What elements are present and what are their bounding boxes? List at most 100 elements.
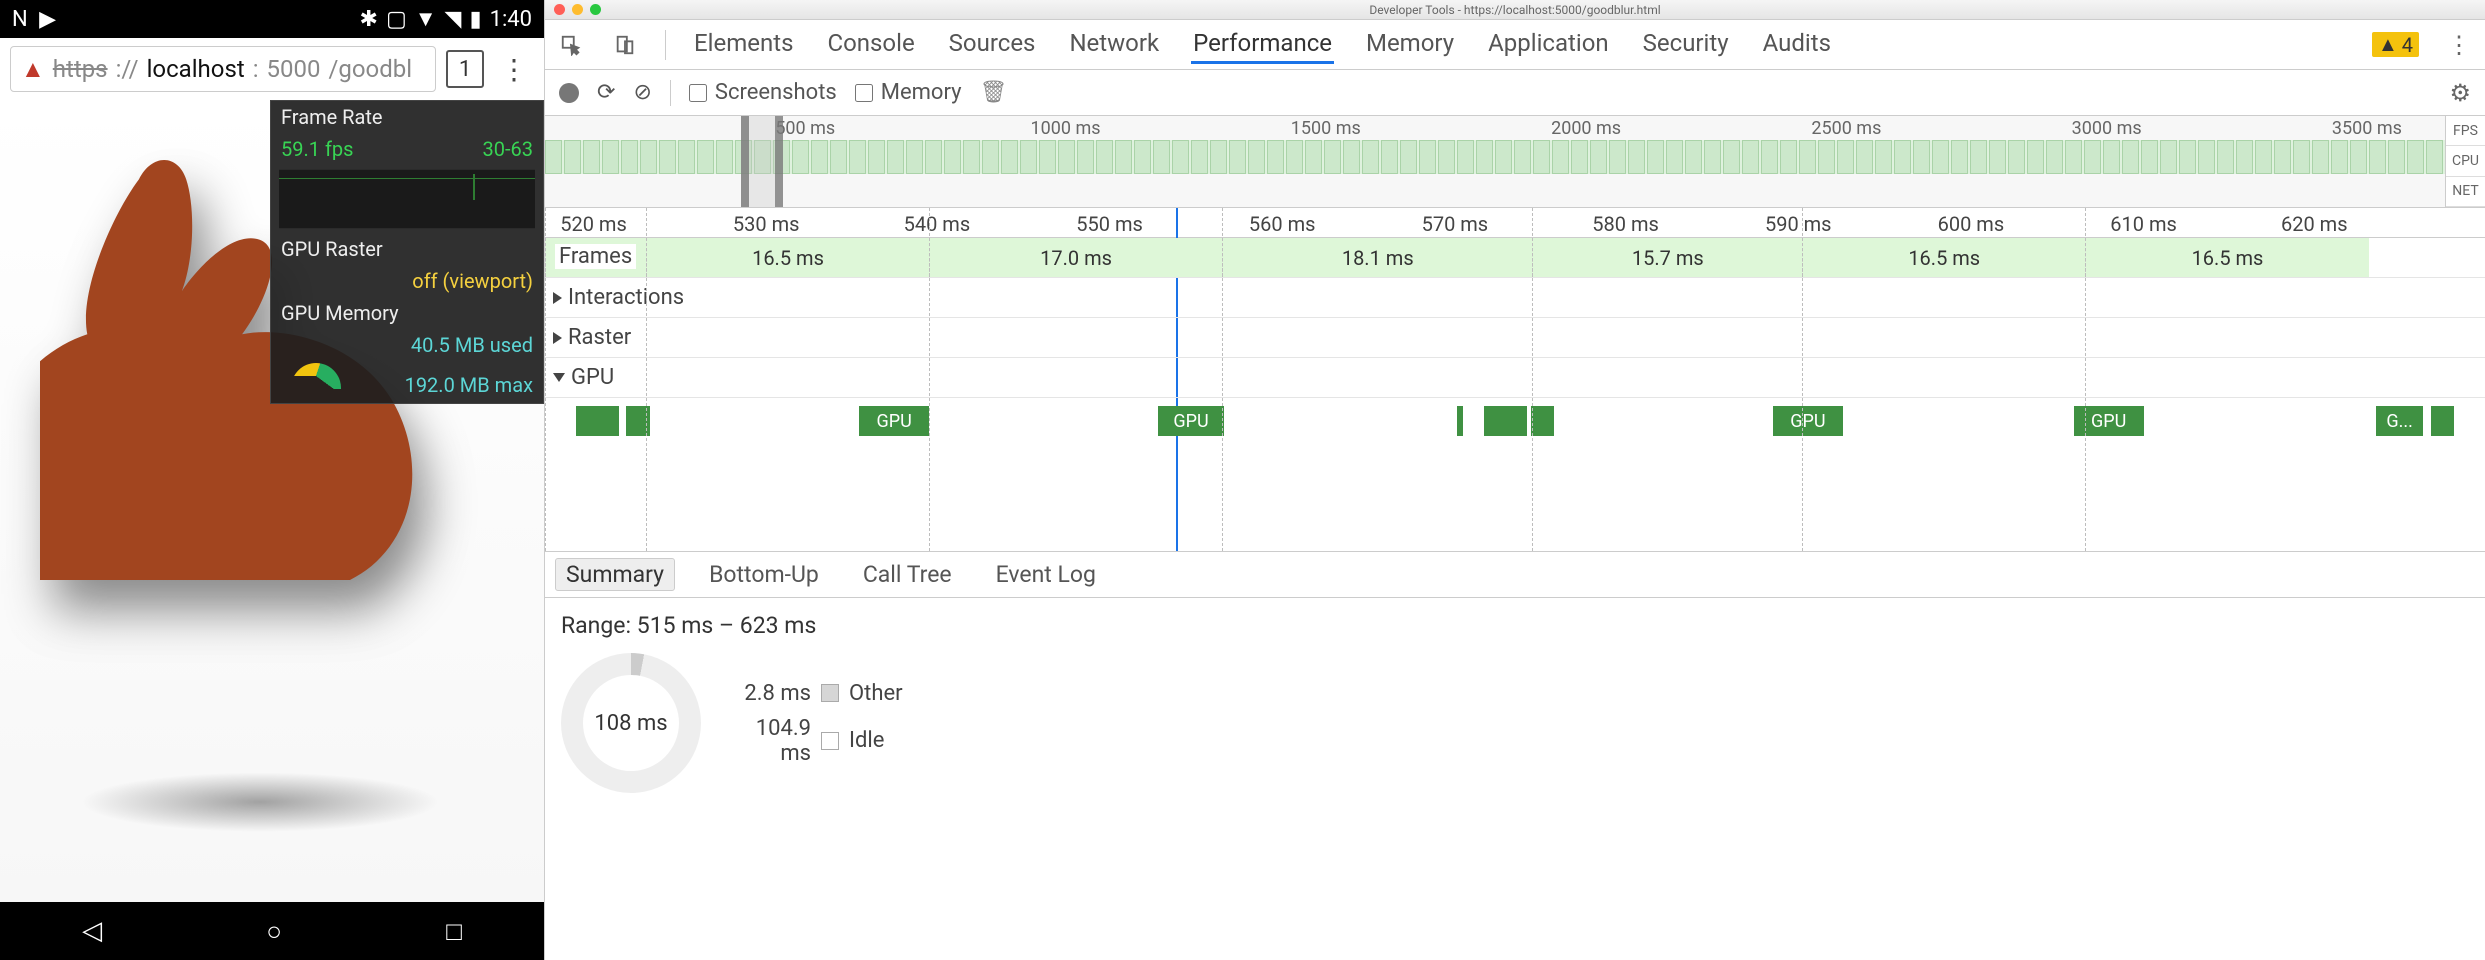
gpu-activity-block[interactable]: GPU [1158, 406, 1224, 436]
zoom-window-icon[interactable] [590, 4, 601, 15]
timeline-overview[interactable]: 500 ms1000 ms1500 ms2000 ms2500 ms3000 m… [545, 116, 2485, 208]
gpu-activity-block[interactable] [1531, 406, 1554, 436]
gpu-activity-block[interactable]: G... [2376, 406, 2423, 436]
vibrate-icon: ▢ [386, 7, 407, 32]
summary-legend: 2.8 msOther104.9 msIdle [731, 681, 903, 766]
details-tab-call-tree[interactable]: Call Tree [853, 559, 962, 590]
summary-pane: Range: 515 ms – 623 ms 108 ms 2.8 msOthe… [545, 598, 2485, 960]
tab-network[interactable]: Network [1067, 25, 1161, 64]
tab-performance[interactable]: Performance [1191, 25, 1334, 64]
window-title: Developer Tools - https://localhost:5000… [1369, 3, 1660, 17]
gpu-activity-block[interactable] [1457, 406, 1463, 436]
warnings-badge[interactable]: ▲ 4 [2372, 32, 2419, 57]
back-button[interactable]: ◁ [82, 916, 102, 946]
interactions-track[interactable]: Interactions [545, 278, 2485, 318]
gpu-track-lane[interactable]: GPU GPU GPU GPU G... [545, 398, 2485, 548]
tab-count-button[interactable]: 1 [446, 50, 484, 88]
gpu-memory-gauge [291, 363, 341, 389]
url-input[interactable]: ▲ https://localhost:5000/goodbl [10, 46, 436, 92]
overview-tick: 3000 ms [2072, 118, 2142, 139]
bluetooth-icon: ✱ [360, 7, 378, 32]
time-breakdown-donut: 108 ms [561, 653, 701, 793]
flame-ruler-tick: 570 ms [1422, 212, 1489, 236]
frame-cell[interactable]: 15.7 ms [1532, 238, 1802, 277]
gpu-activity-block[interactable] [1484, 406, 1527, 436]
devtools-menu-icon[interactable]: ⋮ [2445, 31, 2473, 59]
gpu-activity-block[interactable]: GPU [1773, 406, 1843, 436]
capture-settings-icon[interactable]: ⚙ [2449, 79, 2471, 107]
page-viewport: Frame Rate 59.1 fps30-63 GPU Raster off … [0, 100, 544, 902]
overview-handle-left[interactable] [741, 116, 749, 207]
devtools-window: Developer Tools - https://localhost:5000… [544, 0, 2485, 960]
frame-cell[interactable]: 16.5 ms [2085, 238, 2368, 277]
expand-icon[interactable] [553, 332, 562, 344]
flame-chart[interactable]: 520 ms530 ms540 ms550 ms560 ms570 ms580 … [545, 208, 2485, 552]
tab-application[interactable]: Application [1486, 25, 1611, 64]
frame-cell[interactable]: 17.0 ms [929, 238, 1222, 277]
tab-sources[interactable]: Sources [947, 25, 1038, 64]
frames-track[interactable]: Frames .9 ms16.5 ms17.0 ms18.1 ms15.7 ms… [545, 238, 2485, 278]
flame-ruler-tick: 580 ms [1592, 212, 1659, 236]
frame-cell[interactable]: 16.5 ms [1802, 238, 2085, 277]
tab-memory[interactable]: Memory [1364, 25, 1456, 64]
record-button[interactable] [559, 83, 579, 103]
tab-security[interactable]: Security [1641, 25, 1731, 64]
gpu-track-header[interactable]: GPU [545, 358, 2485, 398]
frame-cell[interactable]: 16.5 ms [646, 238, 929, 277]
overview-handle-right[interactable] [775, 116, 783, 207]
home-button[interactable]: ○ [266, 916, 282, 947]
fps-range: 30-63 [483, 137, 534, 161]
clear-button[interactable]: ⊘ [633, 80, 651, 105]
flame-ruler-tick: 600 ms [1938, 212, 2005, 236]
reload-button[interactable]: ⟳ [597, 80, 615, 105]
gpu-raster-value: off (viewport) [412, 269, 533, 293]
gpu-mem-used: 40.5 MB used [411, 333, 533, 357]
tab-elements[interactable]: Elements [692, 25, 795, 64]
gpu-activity-block[interactable] [2431, 406, 2454, 436]
url-path: /goodbl [328, 55, 412, 83]
recents-button[interactable]: □ [446, 916, 462, 947]
flame-ruler-tick: 550 ms [1076, 212, 1143, 236]
clock-text: 1:40 [490, 7, 532, 32]
range-label: Range: 515 ms – 623 ms [561, 612, 2469, 639]
gpu-activity-block[interactable]: GPU [859, 406, 929, 436]
details-tab-event-log[interactable]: Event Log [986, 559, 1106, 590]
browser-menu-icon[interactable]: ⋮ [494, 53, 534, 86]
gpu-activity-block[interactable]: GPU [2074, 406, 2144, 436]
details-tab-bottom-up[interactable]: Bottom-Up [699, 559, 829, 590]
memory-checkbox[interactable]: Memory [855, 80, 962, 105]
screenshots-checkbox[interactable]: Screenshots [689, 80, 837, 105]
nav-n-icon: N [12, 7, 28, 32]
device-toolbar-icon[interactable] [611, 31, 639, 59]
legend-row-other: 2.8 msOther [731, 681, 903, 706]
flame-ruler-tick: 530 ms [733, 212, 800, 236]
flame-ruler-tick: 540 ms [904, 212, 971, 236]
android-status-bar: N ▶ ✱ ▢ ▼ ◥ ▮ 1:40 [0, 0, 544, 38]
gpu-activity-block[interactable] [576, 406, 619, 436]
browser-url-bar: ▲ https://localhost:5000/goodbl 1 ⋮ [0, 38, 544, 100]
fps-value: 59.1 fps [281, 137, 353, 161]
minimize-window-icon[interactable] [572, 4, 583, 15]
gpu-memory-label: GPU Memory [281, 301, 399, 325]
raster-track[interactable]: Raster [545, 318, 2485, 358]
gpu-raster-label: GPU Raster [281, 237, 383, 261]
details-tab-summary[interactable]: Summary [555, 558, 675, 591]
overview-tick: 3500 ms [2332, 118, 2402, 139]
close-window-icon[interactable] [554, 4, 565, 15]
flame-ruler-tick: 620 ms [2281, 212, 2348, 236]
tab-audits[interactable]: Audits [1761, 25, 1833, 64]
tab-console[interactable]: Console [825, 25, 916, 64]
play-icon: ▶ [39, 7, 56, 32]
collapse-icon[interactable] [553, 373, 565, 382]
gpu-mem-max: 192.0 MB max [405, 373, 533, 397]
devtools-tab-strip: Elements Console Sources Network Performance… [545, 20, 2485, 70]
expand-icon[interactable] [553, 292, 562, 304]
rendering-stats-overlay: Frame Rate 59.1 fps30-63 GPU Raster off … [270, 100, 544, 404]
overview-tick: 2000 ms [1551, 118, 1621, 139]
garbage-collect-icon[interactable]: 🗑 [980, 80, 1008, 105]
frame-cell[interactable]: 18.1 ms [1222, 238, 1532, 277]
url-host: localhost [147, 55, 245, 83]
wifi-icon: ▼ [415, 6, 437, 32]
overview-tick: 1000 ms [1031, 118, 1101, 139]
inspect-element-icon[interactable] [557, 31, 585, 59]
